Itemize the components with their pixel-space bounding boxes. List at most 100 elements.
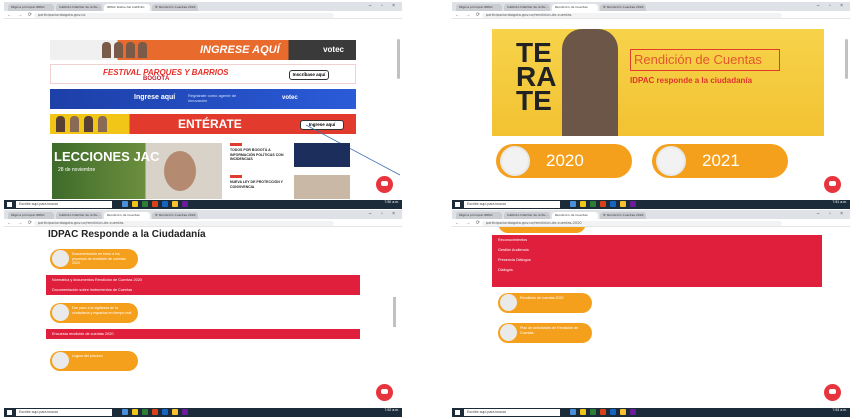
taskbar-search[interactable]: Escribe aquí para buscar [464,201,560,208]
scrollbar[interactable] [397,39,400,79]
back-forward-reload-icons[interactable]: ← → ⟳ [455,220,482,226]
windows-start-icon[interactable] [7,202,12,207]
browser-tab[interactable]: Instituto Distrital de la Pa... [56,212,102,219]
app-icon[interactable] [570,409,576,415]
festival-inscribase-button[interactable]: Inscríbase aquí [289,70,329,80]
vigilancia-pill-button[interactable]: Dar paso a la vigilancia de la ciudadaní… [50,303,138,323]
browser-tab[interactable]: Página principal IDPAC [8,212,54,219]
url-field[interactable]: participacionbogota.gov.co/rendicion-de-… [34,220,334,226]
folder-icon[interactable] [580,409,586,415]
back-forward-reload-icons[interactable]: ← → ⟳ [455,12,482,18]
browser-tab[interactable]: Página principal IDPAC [456,4,502,11]
browser-tab-active[interactable]: IDPAC Datos del Instituto [104,4,150,11]
rendicion-subtitle: IDPAC responde a la ciudadanía [630,76,753,85]
back-forward-reload-icons[interactable]: ← → ⟳ [7,220,34,226]
taskbar-clock[interactable]: 7:52 a.m. [384,408,399,413]
app-icon[interactable] [152,201,158,207]
app-icon[interactable] [630,409,636,415]
app-icon[interactable] [152,409,158,415]
banner-ingrese[interactable]: INGRESE AQUÍ votec [50,40,356,60]
accordion-item[interactable]: Gestión Audiencia [492,245,822,255]
taskbar-clock[interactable]: 7:51 a.m. [832,200,847,205]
taskbar-clock[interactable]: 7:53 a.m. [832,408,847,413]
back-forward-reload-icons[interactable]: ← → ⟳ [7,12,34,18]
chat-button[interactable] [376,384,393,401]
app-icon[interactable] [142,409,148,415]
lecciones-jac-banner[interactable]: LECCIONES JAC 28 de noviembre [52,143,222,199]
app-icon[interactable] [630,201,636,207]
accordion-item[interactable]: Documentación sobre instrumentos de Cuen… [46,285,360,295]
browser-tab-active[interactable]: Rendición de Cuentas [104,212,150,219]
accordion-item[interactable]: Encuesta rendición de cuentas 2020 [46,329,360,339]
browser-tab-active[interactable]: Rendición de Cuentas [552,4,598,11]
banner-festival[interactable]: FESTIVAL PARQUES Y BARRIOS BOGOTÁ Inscrí… [50,64,356,84]
taskbar-search[interactable]: Escribe aquí para buscar [16,201,112,208]
accordion-item[interactable]: Presencia Diálogos [492,255,822,265]
accordion-item[interactable]: Reconocimientos [492,235,822,245]
year-2020-button[interactable]: 2020 [496,144,632,178]
taskbar-clock[interactable]: 7:50 a.m. [384,200,399,205]
folder-icon[interactable] [132,409,138,415]
window-controls[interactable]: – ▫ × [817,211,847,217]
app-icon[interactable] [610,201,616,207]
app-icon[interactable] [122,201,128,207]
windows-start-icon[interactable] [7,410,12,415]
browser-tab[interactable]: Instituto Distrital de la Pa... [504,4,550,11]
taskbar-search[interactable]: Escribe aquí para buscar [464,409,560,416]
chrome-icon[interactable] [620,409,626,415]
app-icon[interactable] [590,409,596,415]
folder-icon[interactable] [580,201,586,207]
documentacion-pill-button[interactable]: Documentación en torno a los procesos de… [50,249,138,269]
app-icon[interactable] [162,409,168,415]
logros-pill-button[interactable]: Logros del proceso [50,351,138,371]
app-icon[interactable] [600,201,606,207]
windows-start-icon[interactable] [455,410,460,415]
browser-tab-active[interactable]: Rendición de Cuentas [552,212,598,219]
app-icon[interactable] [600,409,606,415]
browser-tab[interactable]: Instituto Distrital de la Pa... [56,4,102,11]
window-controls[interactable]: – ▫ × [369,211,399,217]
chat-button[interactable] [824,176,841,193]
window-controls[interactable]: – ▫ × [369,3,399,9]
accordion-item[interactable]: Normativa y documentos Rendición de Cuen… [46,275,360,285]
folder-icon[interactable] [132,201,138,207]
app-icon[interactable] [182,201,188,207]
app-icon[interactable] [162,201,168,207]
url-field[interactable]: participacionbogota.gov.co [34,12,334,18]
scrollbar[interactable] [845,39,848,79]
app-icon[interactable] [590,201,596,207]
browser-tab[interactable]: Página principal IDPAC [456,212,502,219]
app-icon[interactable] [122,409,128,415]
rendicion-2020-pill-button[interactable]: Rendición de cuentas 2020 [498,293,592,313]
chat-button[interactable] [376,176,393,193]
banner-innovacion[interactable]: Ingrese aquí Regístrate como agente de i… [50,89,356,109]
browser-tab[interactable]: Página principal IDPAC [8,4,54,11]
browser-tab[interactable]: IF. Rendición Cuentas 2020 [600,212,646,219]
taskbar-search[interactable]: Escribe aquí para buscar [16,409,112,416]
window-controls[interactable]: – ▫ × [817,3,847,9]
accordion-item[interactable]: Diálogos [492,265,822,275]
taskbar-apps [122,409,188,416]
browser-tab[interactable]: IF. Rendición Cuentas 2020 [152,212,198,219]
browser-tab[interactable]: IF. Rendición Cuentas 2020 [600,4,646,11]
chrome-icon[interactable] [172,409,178,415]
scrollbar[interactable] [393,297,396,327]
plan-actividades-pill-button[interactable]: Plan de actividades de Rendición de Cuen… [498,323,592,343]
hands-icon [656,146,686,176]
chrome-icon[interactable] [620,201,626,207]
browser-tab[interactable]: IF. Rendición Cuentas 2020 [152,4,198,11]
hands-icon [52,250,69,267]
url-field[interactable]: participacionbogota.gov.co/rendicion-de-… [482,220,782,226]
url-field[interactable]: participacionbogota.gov.co/rendicion-de-… [482,12,782,18]
app-icon[interactable] [610,409,616,415]
windows-start-icon[interactable] [455,202,460,207]
chrome-icon[interactable] [172,201,178,207]
accordion-list: Normativa y documentos Rendición de Cuen… [46,275,360,295]
chat-button[interactable] [824,384,841,401]
app-icon[interactable] [142,201,148,207]
browser-tab[interactable]: Instituto Distrital de la Pa... [504,212,550,219]
app-icon[interactable] [182,409,188,415]
year-2021-button[interactable]: 2021 [652,144,788,178]
app-icon[interactable] [570,201,576,207]
banner-ingrese2-label: Ingrese aquí [134,94,176,101]
